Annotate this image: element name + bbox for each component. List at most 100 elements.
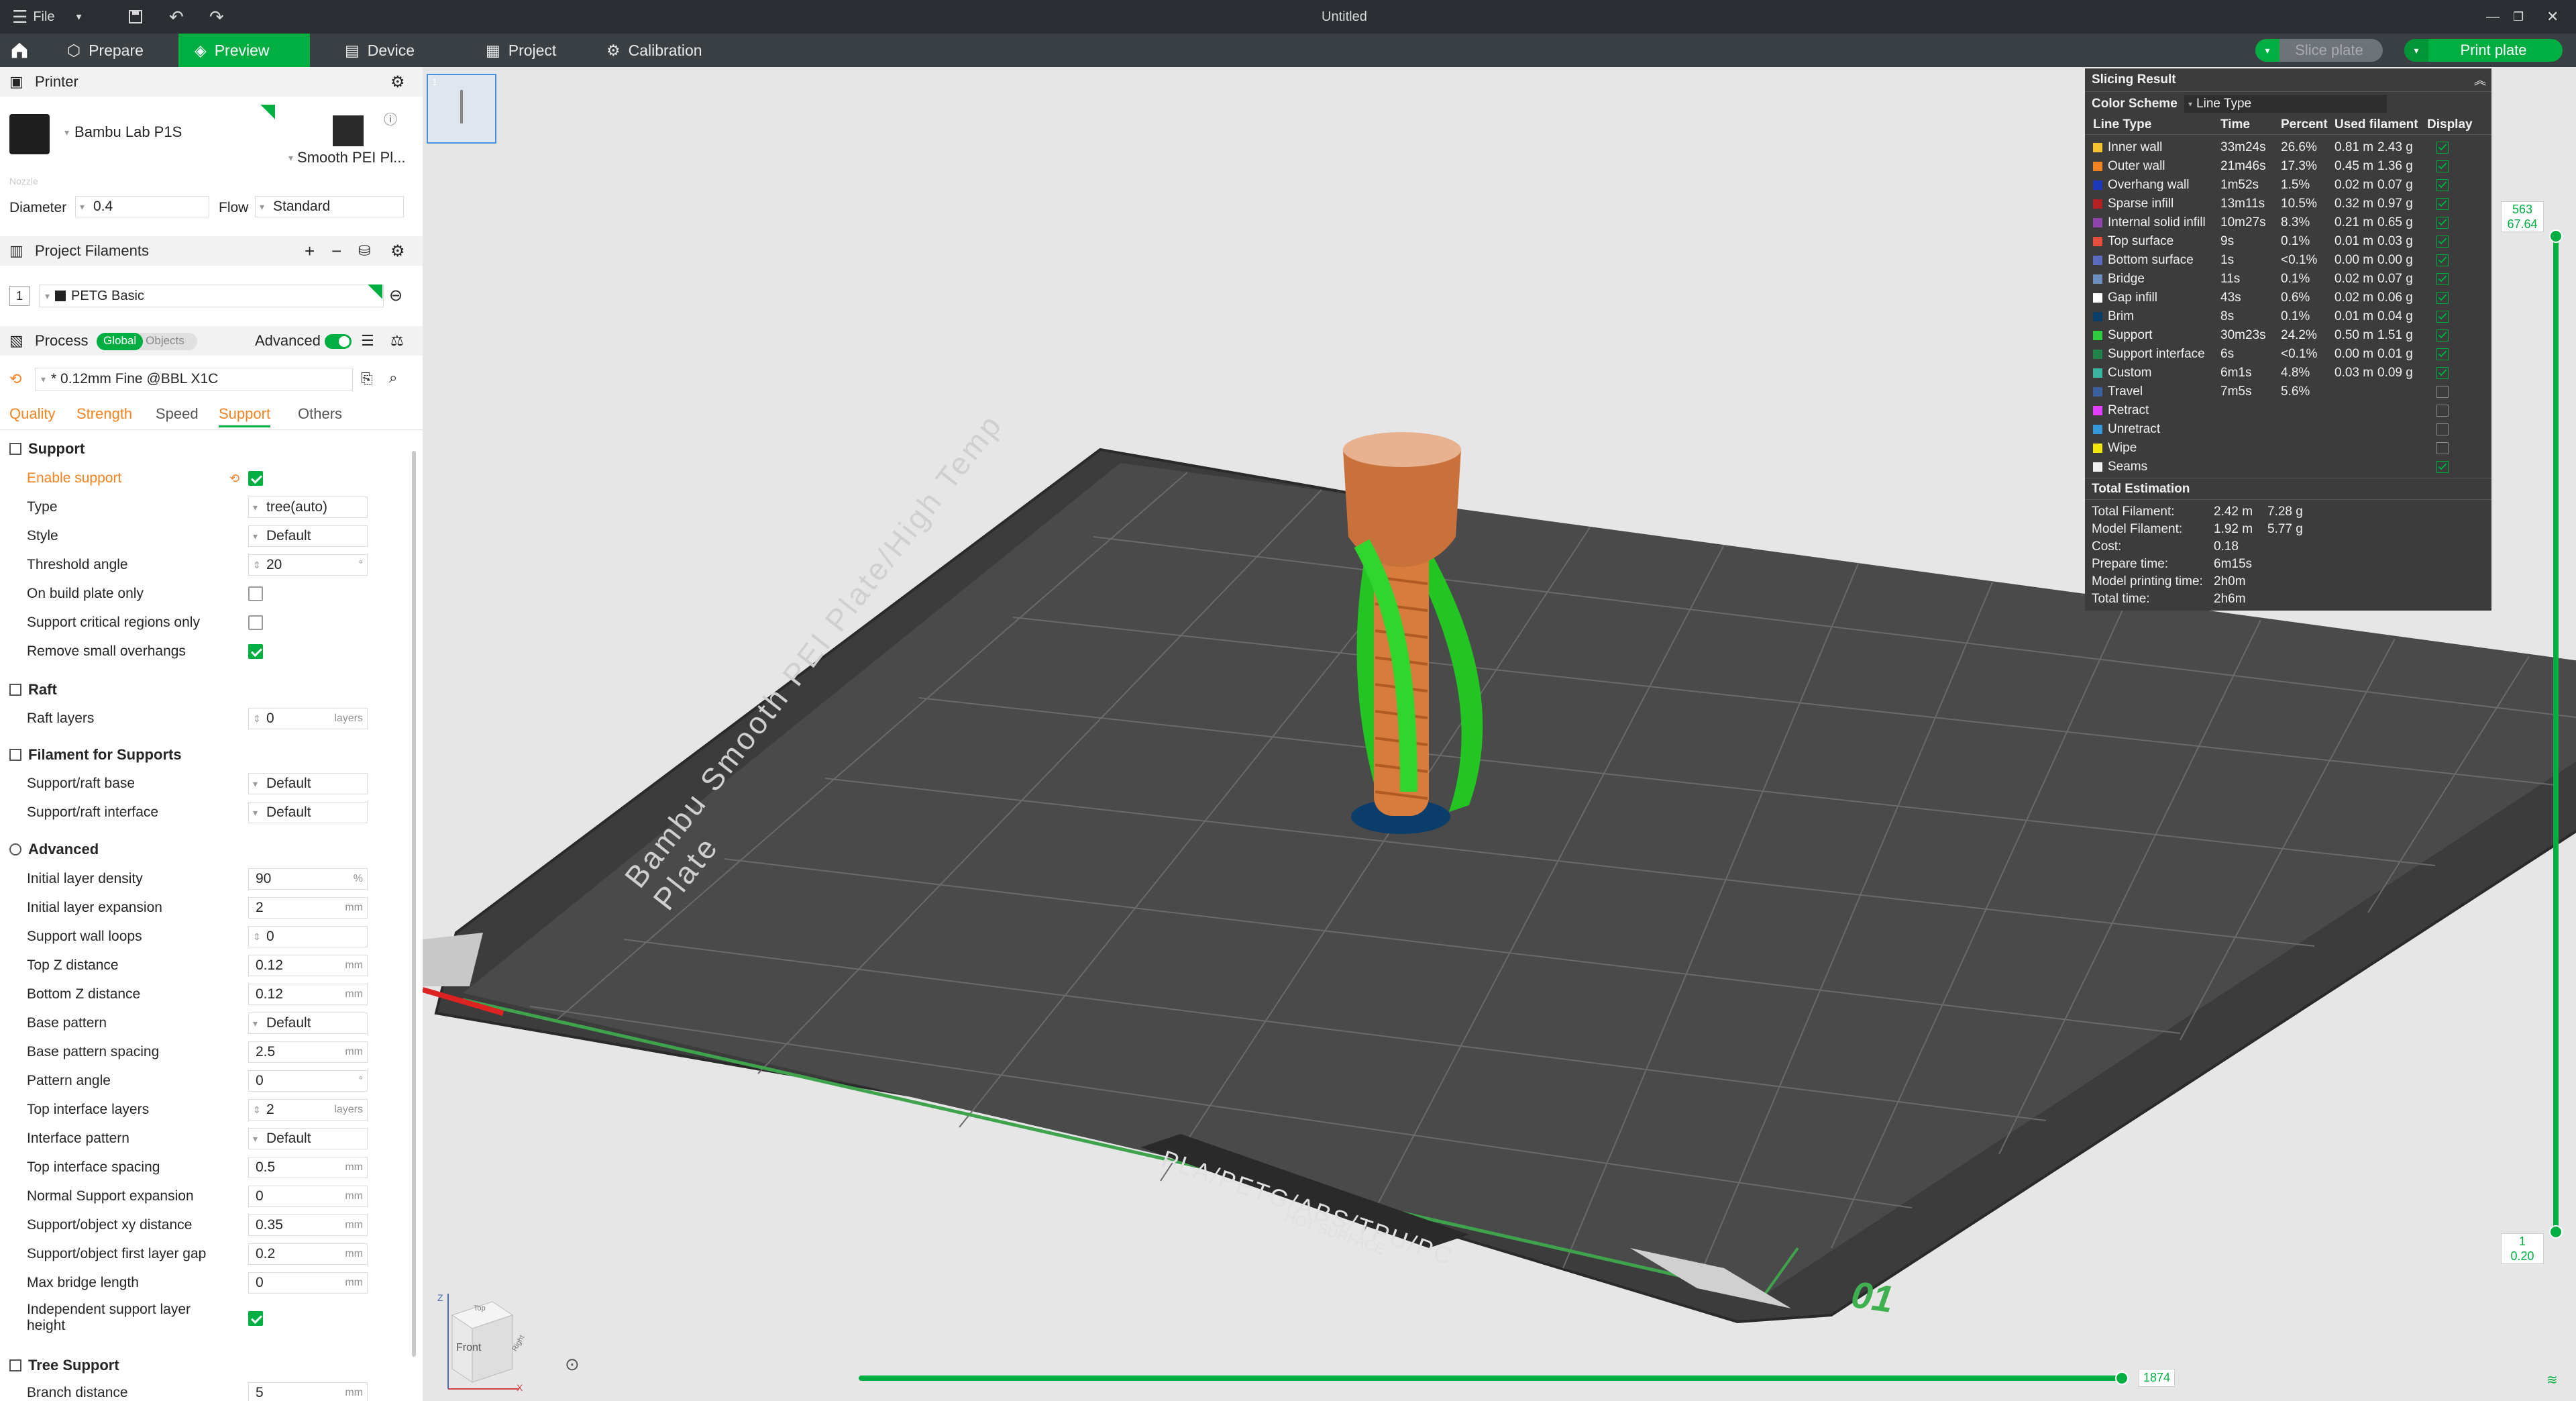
spin-icon[interactable]: ⇕ [253,560,261,571]
printer-selector[interactable]: ▾ Bambu Lab P1S [64,123,182,141]
color-scheme-select[interactable]: ▾ Line Type [2184,95,2387,113]
max-bridge-input[interactable]: 0 mm [248,1272,368,1294]
restore-icon[interactable]: ❐ [2513,0,2524,34]
display-checkbox[interactable] [2436,461,2449,473]
display-checkbox[interactable] [2436,160,2449,172]
chevron-down-icon[interactable]: ▾ [2404,39,2428,62]
print-plate-button[interactable]: ▾ Print plate [2404,39,2563,62]
tab-speed[interactable]: Speed [156,405,199,423]
display-checkbox[interactable] [2436,217,2449,229]
top-iface-spacing-input[interactable]: 0.5 mm [248,1157,368,1178]
view-cube-top[interactable]: Top [474,1304,486,1312]
independent-height-checkbox[interactable] [248,1311,263,1326]
layer-slider[interactable] [2553,235,2559,1235]
moves-slider-thumb[interactable] [2115,1371,2129,1385]
tab-project[interactable]: ▦ Project [470,34,572,67]
first-layer-gap-input[interactable]: 0.2 mm [248,1243,368,1265]
undo-icon[interactable]: ↶ [169,0,184,34]
base-pattern-select[interactable]: ▾ Default [248,1013,368,1034]
tab-device[interactable]: ▤ Device [329,34,431,67]
critical-regions-checkbox[interactable] [248,615,263,630]
tab-prepare[interactable]: ⬡ Prepare [51,34,160,67]
process-preset-select[interactable]: ▾ * 0.12mm Fine @BBL X1C [35,368,353,391]
view-cube-front[interactable]: Front [456,1342,481,1354]
reset-icon[interactable]: ⟲ [229,472,239,486]
pattern-angle-input[interactable]: 0 ° [248,1070,368,1092]
raft-layers-input[interactable]: ⇕ 0 layers [248,708,368,729]
raft-interface-select[interactable]: ▾ Default [248,802,368,823]
on-build-plate-checkbox[interactable] [248,586,263,601]
display-checkbox[interactable] [2436,311,2449,323]
display-checkbox[interactable] [2436,386,2449,398]
list-icon[interactable]: ☰ [361,332,374,350]
display-checkbox[interactable] [2436,405,2449,417]
top-iface-layers-input[interactable]: ⇕ 2 layers [248,1099,368,1121]
compare-icon[interactable]: ⚖ [390,332,404,350]
display-checkbox[interactable] [2436,142,2449,154]
support-type-select[interactable]: ▾ tree(auto) [248,497,368,518]
base-spacing-input[interactable]: 2.5 mm [248,1041,368,1063]
tab-calibration[interactable]: ⚙ Calibration [590,34,718,67]
display-checkbox[interactable] [2436,273,2449,285]
display-checkbox[interactable] [2436,423,2449,435]
home-icon[interactable] [0,34,40,67]
init-density-input[interactable]: 90% [248,868,368,890]
save-preset-icon[interactable]: ⎘ [361,370,373,388]
sidebar-scrollbar[interactable] [412,451,416,1357]
tab-support[interactable]: Support [219,405,271,427]
redo-icon[interactable]: ↷ [209,0,224,34]
diameter-select[interactable]: ▾ 0.4 [75,196,209,217]
sync-icon[interactable]: ⛁ [358,242,370,260]
spin-icon[interactable]: ⇕ [253,931,261,943]
init-expansion-input[interactable]: 2 mm [248,897,368,919]
threshold-angle-input[interactable]: ⇕ 20 ° [248,554,368,576]
remove-icon[interactable]: − [331,241,341,262]
camera-reset-icon[interactable]: ⊙ [565,1354,580,1375]
plate-type-selector[interactable]: ▾ Smooth PEI Pl... [288,149,405,166]
close-icon[interactable]: ✕ [2546,0,2559,34]
search-icon[interactable]: ⌕ [389,369,397,386]
advanced-toggle[interactable] [325,334,352,349]
raft-base-select[interactable]: ▾ Default [248,773,368,794]
display-checkbox[interactable] [2436,348,2449,360]
collapse-icon[interactable]: ︽ [2474,71,2486,89]
display-checkbox[interactable] [2436,367,2449,379]
minus-circle-icon[interactable]: ⊖ [389,286,402,305]
chevron-down-icon[interactable]: ▾ [2255,39,2279,62]
file-menu[interactable]: ☰ File ▾ [12,0,82,34]
layer-slider-top-thumb[interactable] [2549,229,2563,243]
layers-stack-icon[interactable]: ≋ [2546,1371,2558,1388]
gear-icon[interactable]: ⚙ [390,242,405,261]
info-icon[interactable]: ⓘ [384,109,397,128]
layer-slider-bottom-thumb[interactable] [2549,1225,2563,1239]
add-icon[interactable]: + [305,241,315,262]
top-z-input[interactable]: 0.12 mm [248,955,368,976]
remove-small-checkbox[interactable] [248,644,263,659]
iface-pattern-select[interactable]: ▾ Default [248,1128,368,1149]
display-checkbox[interactable] [2436,198,2449,210]
wall-loops-input[interactable]: ⇕ 0 [248,926,368,947]
reset-icon[interactable]: ⟲ [9,370,21,388]
flow-select[interactable]: ▾ Standard [255,196,404,217]
global-option[interactable]: Global [97,333,144,350]
support-style-select[interactable]: ▾ Default [248,525,368,547]
normal-expansion-input[interactable]: 0 mm [248,1186,368,1207]
enable-support-checkbox[interactable] [248,471,263,486]
display-checkbox[interactable] [2436,442,2449,454]
moves-slider[interactable] [859,1376,2120,1381]
gear-icon[interactable]: ⚙ [390,72,405,92]
save-icon[interactable] [127,0,144,34]
spin-icon[interactable]: ⇕ [253,1104,261,1116]
display-checkbox[interactable] [2436,179,2449,191]
display-checkbox[interactable] [2436,292,2449,304]
tab-preview[interactable]: ◈ Preview [178,34,310,67]
objects-option[interactable]: Objects [143,333,187,350]
tab-strength[interactable]: Strength [76,405,132,423]
tab-quality[interactable]: Quality [9,405,55,423]
xy-distance-input[interactable]: 0.35 mm [248,1214,368,1236]
branch-distance-input[interactable]: 5 mm [248,1382,368,1401]
minimize-icon[interactable]: — [2486,0,2500,34]
display-checkbox[interactable] [2436,254,2449,266]
scope-toggle[interactable]: Global Objects [97,333,197,350]
tab-others[interactable]: Others [298,405,342,423]
